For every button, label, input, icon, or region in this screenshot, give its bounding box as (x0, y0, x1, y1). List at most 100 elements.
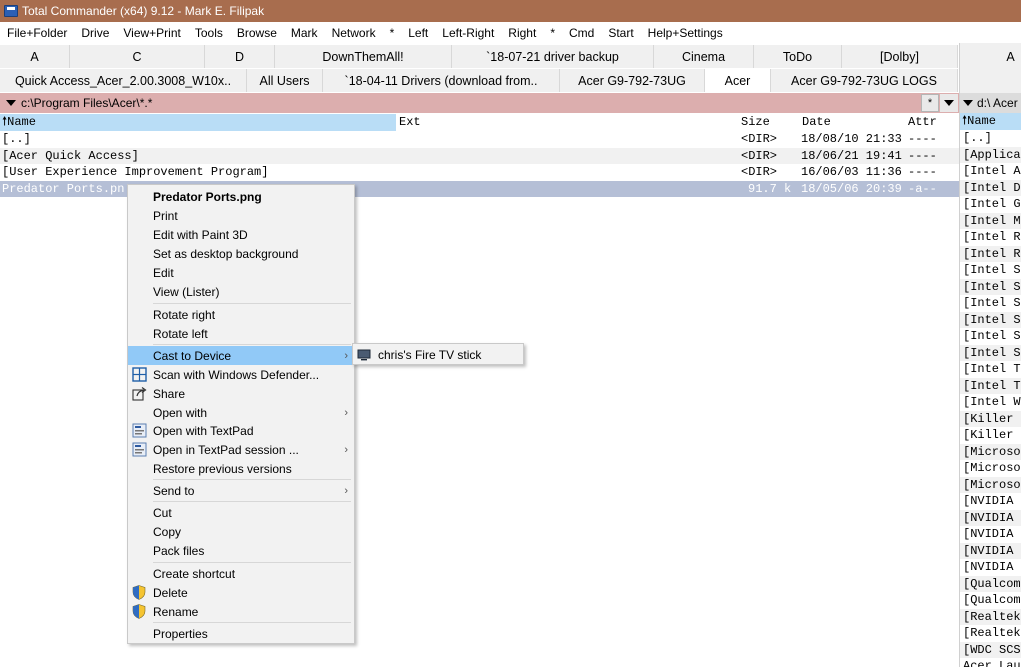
folder-tab[interactable]: Quick Access_Acer_2.00.3008_W10x.. (0, 69, 247, 92)
list-item[interactable]: [..] (960, 130, 1021, 147)
folder-tab[interactable]: C (70, 45, 205, 68)
list-item[interactable]: [Intel R (960, 229, 1021, 246)
history-dropdown-icon[interactable] (963, 100, 973, 106)
list-item[interactable]: [Intel S (960, 278, 1021, 295)
menu-item-open-textpad-session[interactable]: Open in TextPad session ... › (128, 440, 354, 459)
menu-file-folder[interactable]: File+Folder (0, 26, 74, 40)
menu-item-open-default[interactable]: Predator Ports.png (128, 187, 354, 206)
list-item[interactable]: [Microso (960, 476, 1021, 493)
menu-item-set-desktop[interactable]: Set as desktop background (128, 244, 354, 263)
list-item[interactable]: [NVIDIA (960, 509, 1021, 526)
menu-item-cast-to-device[interactable]: Cast to Device › (128, 346, 354, 365)
list-item[interactable]: [Realtek (960, 625, 1021, 642)
folder-tab[interactable]: DownThemAll! (275, 45, 452, 68)
menu-item-scan-defender[interactable]: Scan with Windows Defender... (128, 365, 354, 384)
menu-network[interactable]: Network (325, 26, 383, 40)
list-item[interactable]: [NVIDIA (960, 493, 1021, 510)
folder-tab[interactable]: Cinema (654, 45, 754, 68)
folder-tab[interactable]: `18-04-11 Drivers (download from.. (323, 69, 560, 92)
list-item[interactable]: [Killer (960, 410, 1021, 427)
menu-right[interactable]: Right (501, 26, 543, 40)
list-item[interactable]: [Intel G (960, 196, 1021, 213)
list-item[interactable]: [Applica (960, 146, 1021, 163)
menu-item-restore-versions[interactable]: Restore previous versions (128, 459, 354, 478)
list-item[interactable]: [Intel T (960, 361, 1021, 378)
menu-item-cut[interactable]: Cut (128, 503, 354, 522)
menu-item-create-shortcut[interactable]: Create shortcut (128, 564, 354, 583)
column-date[interactable]: Date (802, 114, 831, 131)
menu-view-print[interactable]: View+Print (116, 26, 187, 40)
menu-star-2[interactable]: * (543, 26, 562, 40)
menu-item-rotate-left[interactable]: Rotate left (128, 324, 354, 343)
column-size[interactable]: Size (741, 114, 770, 131)
folder-tab[interactable]: ToDo (754, 45, 842, 68)
list-item[interactable]: [Intel A (960, 163, 1021, 180)
file-row[interactable]: [User Experience Improvement Program] <D… (0, 164, 959, 181)
menu-item-copy[interactable]: Copy (128, 522, 354, 541)
menu-item-send-to[interactable]: Send to › (128, 481, 354, 500)
menu-item-share[interactable]: Share (128, 384, 354, 403)
menu-item-pack-files[interactable]: Pack files (128, 541, 354, 560)
list-item[interactable]: [Killer (960, 427, 1021, 444)
list-item[interactable]: [Intel D (960, 179, 1021, 196)
column-attr[interactable]: Attr (908, 114, 937, 131)
list-item[interactable]: [Intel T (960, 377, 1021, 394)
file-row[interactable]: [..] <DIR> 18/08/10 21:33 ---- (0, 131, 959, 148)
folder-tab[interactable]: All Users (247, 69, 323, 92)
favorites-button[interactable]: * (921, 94, 939, 112)
menu-item-print[interactable]: Print (128, 206, 354, 225)
left-path[interactable]: c:\Program Files\Acer\*.* (21, 96, 152, 110)
menu-left[interactable]: Left (401, 26, 435, 40)
list-item[interactable]: [Microso (960, 443, 1021, 460)
folder-tab[interactable]: A (0, 45, 70, 68)
file-row[interactable]: [Acer Quick Access] <DIR> 18/06/21 19:41… (0, 147, 959, 164)
menu-item-rename[interactable]: Rename (128, 602, 354, 621)
menu-star-1[interactable]: * (383, 26, 402, 40)
menu-browse[interactable]: Browse (230, 26, 284, 40)
menu-mark[interactable]: Mark (284, 26, 325, 40)
menu-help-settings[interactable]: Help+Settings (641, 26, 730, 40)
menu-item-delete[interactable]: Delete (128, 583, 354, 602)
folder-tab[interactable]: [Dolby] (842, 45, 958, 68)
menu-start[interactable]: Start (601, 26, 640, 40)
menu-item-edit[interactable]: Edit (128, 263, 354, 282)
list-item[interactable]: [Intel S (960, 295, 1021, 312)
right-path-bar[interactable]: d:\ Acer (960, 93, 1021, 113)
hotlist-button[interactable] (940, 94, 958, 112)
folder-tab[interactable]: A (960, 43, 1021, 71)
column-ext[interactable]: Ext (399, 114, 421, 131)
list-item[interactable]: [Intel R (960, 245, 1021, 262)
menu-item-view-lister[interactable]: View (Lister) (128, 282, 354, 301)
list-item[interactable]: Acer Lau (960, 658, 1021, 667)
menu-drive[interactable]: Drive (74, 26, 116, 40)
menu-item-properties[interactable]: Properties (128, 624, 354, 643)
column-name[interactable]: 🠕Name (960, 113, 1021, 130)
folder-tab[interactable]: D (205, 45, 275, 68)
folder-tab[interactable]: Acer G9-792-73UG LOGS (771, 69, 958, 92)
menu-item-open-textpad[interactable]: Open with TextPad (128, 421, 354, 440)
list-item[interactable]: [Microso (960, 460, 1021, 477)
column-name[interactable]: 🠕Name (0, 114, 396, 131)
list-item[interactable]: [Intel S (960, 328, 1021, 345)
folder-tab[interactable]: `18-07-21 driver backup (452, 45, 654, 68)
list-item[interactable]: [Intel M (960, 212, 1021, 229)
menu-tools[interactable]: Tools (188, 26, 230, 40)
menu-item-cast-target[interactable]: chris's Fire TV stick (353, 345, 523, 364)
list-item[interactable]: [Intel W (960, 394, 1021, 411)
list-item[interactable]: [Intel S (960, 344, 1021, 361)
history-dropdown-icon[interactable] (6, 100, 16, 106)
list-item[interactable]: [Qualcom (960, 592, 1021, 609)
menu-left-right[interactable]: Left-Right (435, 26, 501, 40)
menu-item-edit-paint3d[interactable]: Edit with Paint 3D (128, 225, 354, 244)
list-item[interactable]: [NVIDIA (960, 526, 1021, 543)
list-item[interactable]: [NVIDIA (960, 542, 1021, 559)
list-item[interactable]: [Realtek (960, 608, 1021, 625)
list-item[interactable]: [Qualcom (960, 575, 1021, 592)
menu-cmd[interactable]: Cmd (562, 26, 601, 40)
list-item[interactable]: [Intel S (960, 311, 1021, 328)
list-item[interactable]: [Intel S (960, 262, 1021, 279)
list-item[interactable]: [NVIDIA (960, 559, 1021, 576)
menu-item-open-with[interactable]: Open with › (128, 403, 354, 422)
folder-tab[interactable]: Acer G9-792-73UG (560, 69, 705, 92)
folder-tab-active[interactable]: Acer (705, 69, 771, 92)
